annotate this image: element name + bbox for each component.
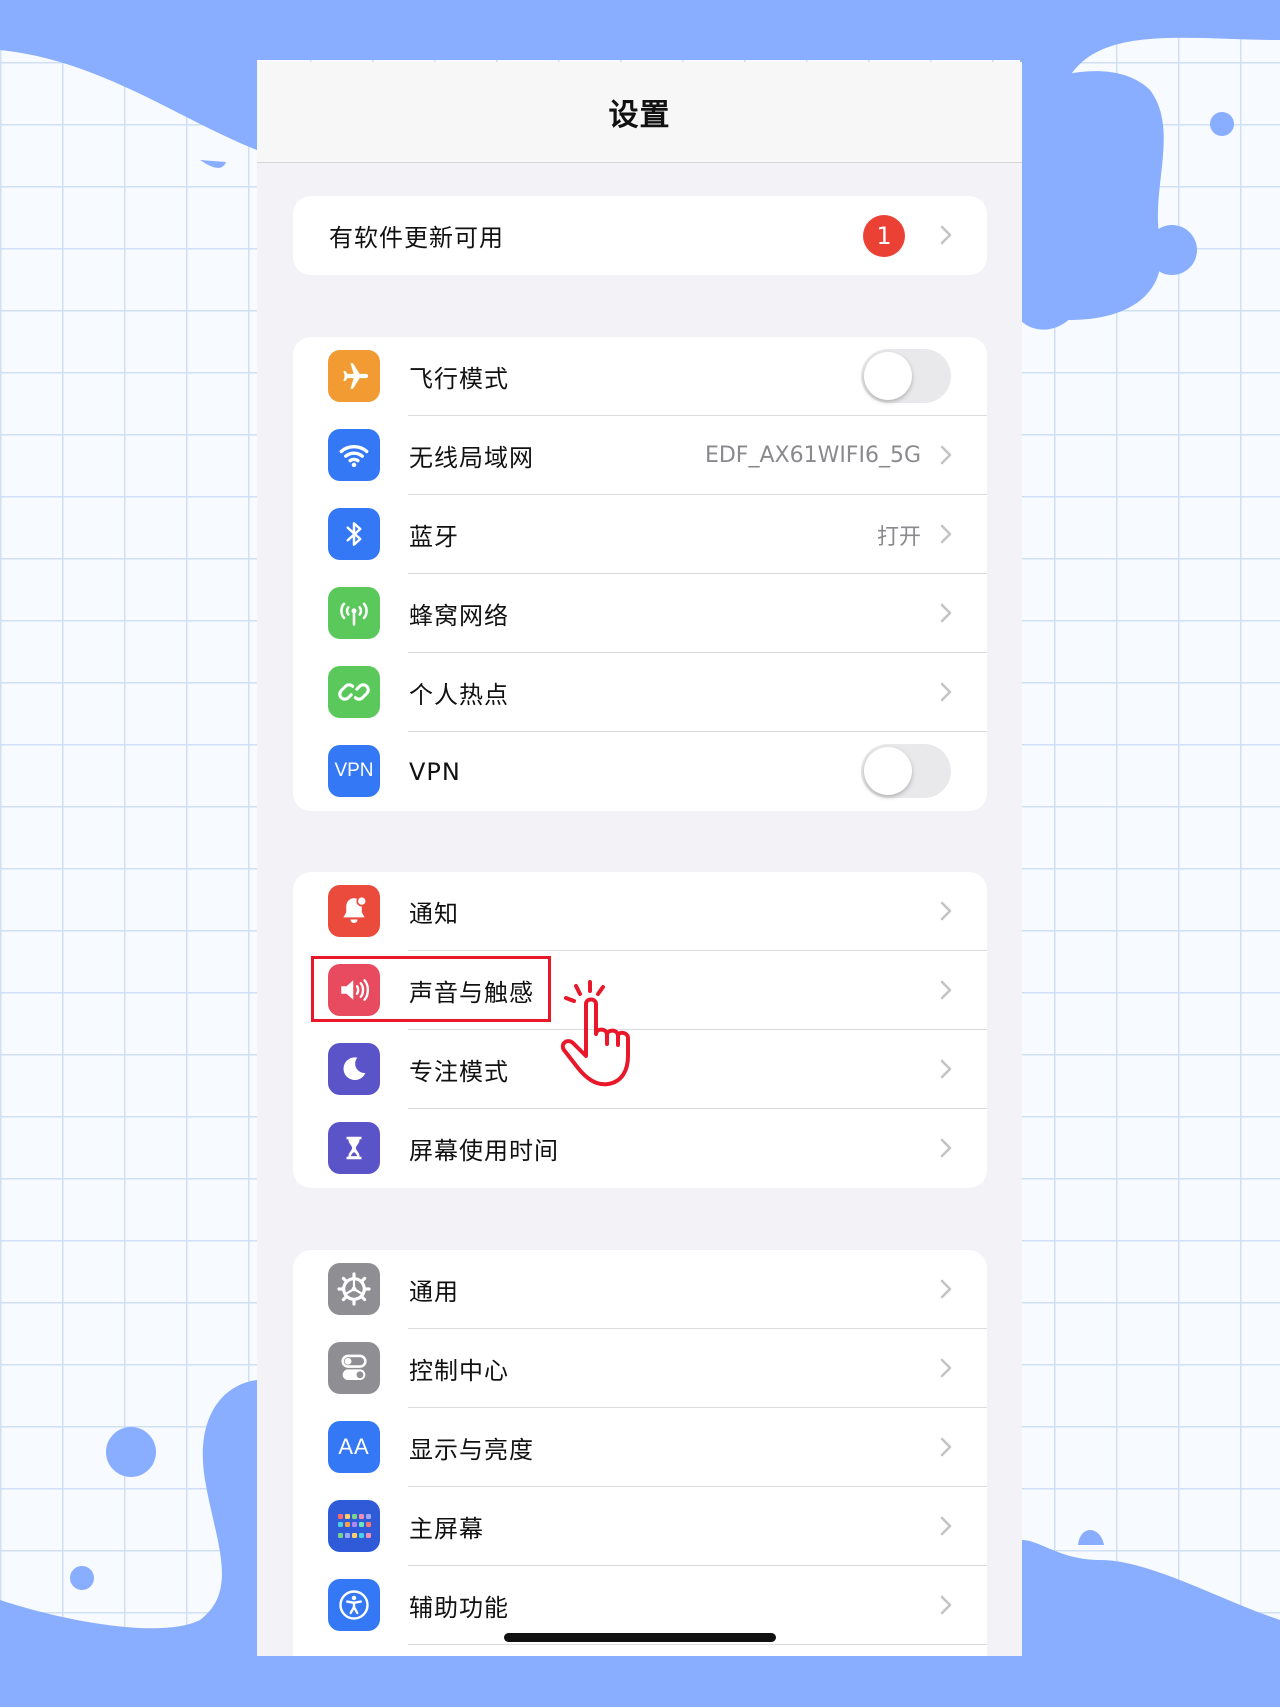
settings-row-label: VPN xyxy=(409,757,461,786)
settings-row-label: 专注模式 xyxy=(409,1058,509,1086)
chevron-right-icon xyxy=(940,1516,952,1536)
settings-row-vpn[interactable]: VPN VPN xyxy=(293,732,987,811)
settings-screen: 设置 有软件更新可用 1 飞行模式 无线局域网 EDF_AX61WIFI6_5G xyxy=(257,62,1022,1656)
settings-row-label: 通用 xyxy=(409,1278,459,1306)
chevron-right-icon xyxy=(940,901,952,921)
chevron-right-icon xyxy=(940,1279,952,1299)
settings-row-wifi[interactable]: 无线局域网 EDF_AX61WIFI6_5G xyxy=(293,416,987,495)
switches-icon xyxy=(328,1342,380,1394)
text-size-icon-text: AA xyxy=(338,1434,370,1459)
accessibility-icon xyxy=(328,1579,380,1631)
wifi-network-name: EDF_AX61WIFI6_5G xyxy=(704,443,921,468)
software-update-label: 有软件更新可用 xyxy=(329,224,504,252)
settings-row-display-brightness[interactable]: AA 显示与亮度 xyxy=(293,1408,987,1487)
airplane-icon xyxy=(328,350,380,402)
settings-row-label: 个人热点 xyxy=(409,681,509,709)
chevron-right-icon xyxy=(940,603,952,623)
connectivity-group: 飞行模式 无线局域网 EDF_AX61WIFI6_5G 蓝牙 打开 蜂窝网络 个… xyxy=(293,337,987,811)
settings-row-label: 显示与亮度 xyxy=(409,1436,534,1464)
page-title: 设置 xyxy=(608,98,671,133)
settings-row-label: 无线局域网 xyxy=(409,444,534,472)
chevron-right-icon xyxy=(940,1358,952,1378)
vpn-toggle[interactable] xyxy=(861,744,951,798)
settings-row-label: 屏幕使用时间 xyxy=(409,1137,559,1165)
settings-row-control-center[interactable]: 控制中心 xyxy=(293,1329,987,1408)
settings-row-cellular[interactable]: 蜂窝网络 xyxy=(293,574,987,653)
settings-row-airplane-mode[interactable]: 飞行模式 xyxy=(293,337,987,416)
settings-row-partial xyxy=(293,1645,987,1656)
toggle-knob xyxy=(864,747,912,795)
settings-row-home-screen[interactable]: 主屏幕 xyxy=(293,1487,987,1566)
gear-icon xyxy=(328,1263,380,1315)
software-update-group: 有软件更新可用 1 xyxy=(293,196,987,275)
highlight-box xyxy=(311,956,551,1022)
hotspot-link-icon xyxy=(328,666,380,718)
tap-hand-icon xyxy=(560,980,630,1087)
toggle-knob xyxy=(864,352,912,400)
software-update-row[interactable]: 有软件更新可用 1 xyxy=(293,196,987,275)
settings-row-general[interactable]: 通用 xyxy=(293,1250,987,1329)
chevron-right-icon xyxy=(940,980,952,1000)
settings-row-label: 蓝牙 xyxy=(409,523,459,551)
vpn-icon: VPN xyxy=(328,745,380,797)
settings-row-notifications[interactable]: 通知 xyxy=(293,872,987,951)
chevron-right-icon xyxy=(940,1437,952,1457)
chevron-right-icon xyxy=(940,1595,952,1615)
moon-icon xyxy=(328,1043,380,1095)
general-group: 通用 控制中心 AA 显示与亮度 主屏幕 辅助功能 xyxy=(293,1250,987,1656)
airplane-mode-toggle[interactable] xyxy=(861,349,951,403)
settings-row-label: 飞行模式 xyxy=(409,365,509,393)
wifi-icon xyxy=(328,429,380,481)
bell-icon xyxy=(328,885,380,937)
settings-row-label: 辅助功能 xyxy=(409,1594,509,1622)
settings-row-label: 控制中心 xyxy=(409,1357,509,1385)
settings-row-screen-time[interactable]: 屏幕使用时间 xyxy=(293,1109,987,1188)
settings-row-label: 蜂窝网络 xyxy=(409,602,509,630)
navigation-bar: 设置 xyxy=(257,62,1022,163)
hourglass-icon xyxy=(328,1122,380,1174)
settings-row-label: 主屏幕 xyxy=(409,1515,484,1543)
chevron-right-icon xyxy=(940,682,952,702)
update-count-badge: 1 xyxy=(863,215,905,257)
vpn-icon-text: VPN xyxy=(334,760,374,781)
chevron-right-icon xyxy=(940,445,952,465)
text-size-icon: AA xyxy=(328,1421,380,1473)
chevron-right-icon xyxy=(940,225,952,245)
chevron-right-icon xyxy=(940,1138,952,1158)
chevron-right-icon xyxy=(940,524,952,544)
bluetooth-icon xyxy=(328,508,380,560)
home-screen-grid-icon xyxy=(328,1500,380,1552)
chevron-right-icon xyxy=(940,1059,952,1079)
settings-row-hotspot[interactable]: 个人热点 xyxy=(293,653,987,732)
bluetooth-status: 打开 xyxy=(876,524,921,550)
cellular-antenna-icon xyxy=(328,587,380,639)
settings-row-label: 通知 xyxy=(409,900,459,928)
settings-row-bluetooth[interactable]: 蓝牙 打开 xyxy=(293,495,987,574)
home-indicator xyxy=(504,1633,776,1642)
